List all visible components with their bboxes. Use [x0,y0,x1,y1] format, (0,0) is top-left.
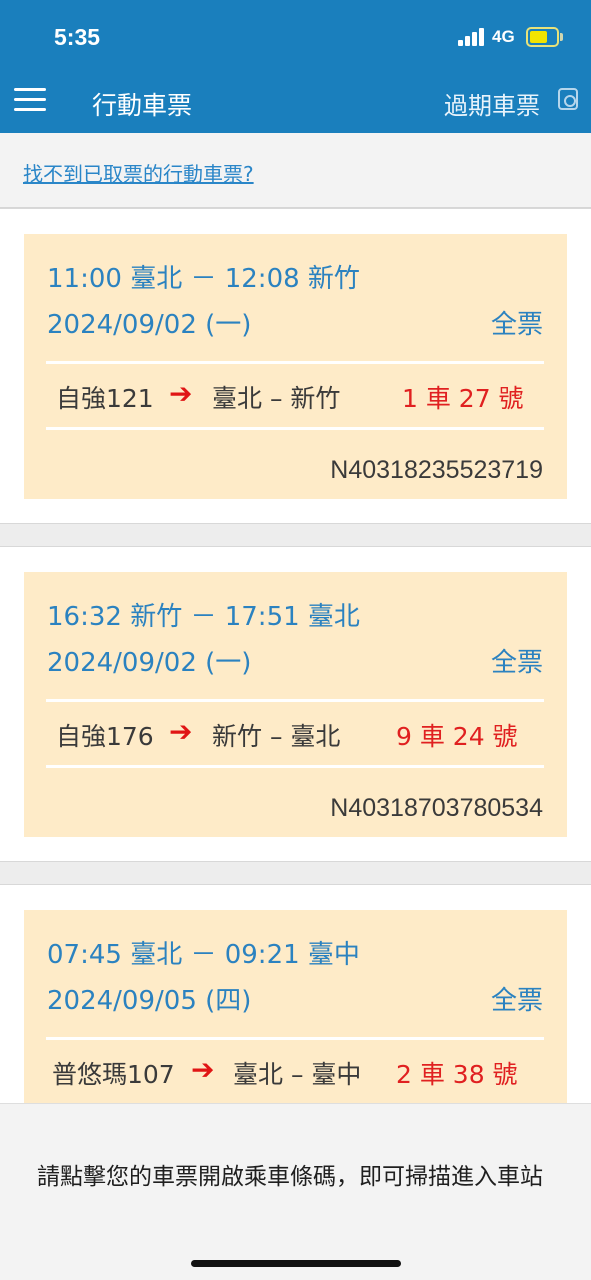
ticket-type: 全票 [490,648,543,678]
page-title: 行動車票 [92,91,193,120]
ticket-date: 2024/09/05 (四) [47,986,252,1016]
ticket-card[interactable]: 11:00 臺北 － 12:08 新竹 2024/09/02 (一) 全票 自強… [24,234,567,499]
ticket-section: 11:00 臺北 － 12:08 新竹 2024/09/02 (一) 全票 自強… [0,208,591,524]
seat-info: 9 車 24 號 [396,722,518,751]
ticket-number: N40318703780534 [330,794,543,822]
ticket-route: 07:45 臺北 － 09:21 臺中 [47,940,360,970]
bottom-hint-sheet: 請點擊您的車票開啟乘車條碼，即可掃描進入車站 [0,1103,591,1280]
network-label: 4G [492,27,515,46]
ticket-stations: 新竹 – 臺北 [212,722,341,751]
ticket-stations: 臺北 – 新竹 [212,384,341,413]
ticket-type: 全票 [490,986,543,1016]
arrow-right-icon: ➔ [191,1053,215,1086]
ticket-date: 2024/09/02 (一) [47,310,252,340]
ticket-type: 全票 [490,310,543,340]
divider [46,361,544,364]
ticket-route: 16:32 新竹 － 17:51 臺北 [47,602,360,632]
status-time: 5:35 [54,24,101,50]
home-indicator[interactable] [191,1260,401,1267]
arrow-right-icon: ➔ [169,715,193,748]
seat-info: 2 車 38 號 [396,1060,518,1089]
battery-charging-icon [526,27,559,47]
divider [46,699,544,702]
bottom-hint-text: 請點擊您的車票開啟乘車條碼，即可掃描進入車站 [37,1164,543,1190]
divider [46,1037,544,1040]
help-band: 找不到已取票的行動車票? [0,133,591,208]
expired-tickets-button[interactable]: 過期車票 [444,86,540,121]
camera-icon[interactable] [558,88,578,110]
seat-info: 1 車 27 號 [402,384,524,413]
hamburger-icon[interactable] [14,88,46,112]
train-number: 自強176 [56,722,154,751]
signal-icon [458,28,486,46]
ticket-stations: 臺北 – 臺中 [233,1060,362,1089]
train-number: 自強121 [56,384,154,413]
battery-cap [560,33,563,41]
ticket-number: N40318235523719 [330,456,543,484]
missing-ticket-link[interactable]: 找不到已取票的行動車票? [23,158,254,187]
ticket-section: 16:32 新竹 － 17:51 臺北 2024/09/02 (一) 全票 自強… [0,546,591,862]
train-number: 普悠瑪107 [52,1060,175,1089]
divider [46,765,544,768]
arrow-right-icon: ➔ [169,377,193,410]
ticket-date: 2024/09/02 (一) [47,648,252,678]
divider [46,427,544,430]
status-bar: 5:35 4G [0,0,591,72]
ticket-card[interactable]: 16:32 新竹 － 17:51 臺北 2024/09/02 (一) 全票 自強… [24,572,567,837]
nav-bar: 行動車票 過期車票 [0,72,591,133]
ticket-route: 11:00 臺北 － 12:08 新竹 [47,264,360,294]
